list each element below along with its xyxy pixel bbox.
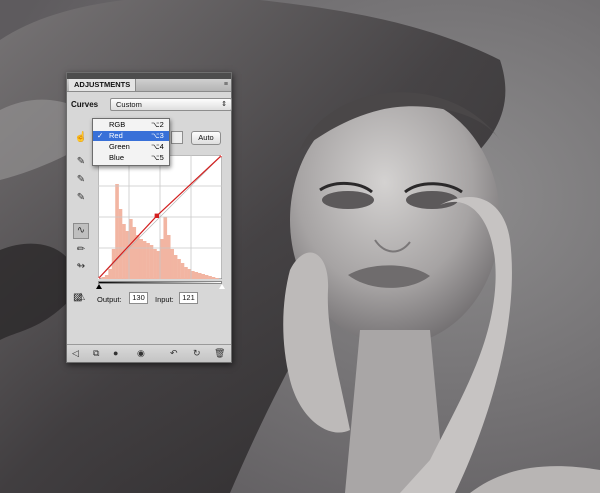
histogram-bar [173,255,178,279]
channel-shortcut: ⌥2 [151,120,164,129]
channel-label: Blue [109,153,125,162]
histogram-bar [115,184,119,279]
eye-visibility-icon[interactable]: ◉ [137,347,145,359]
histogram-bar [204,275,209,279]
input-label: Input: [155,295,174,304]
preset-select[interactable]: Custom ⇕ [110,98,232,111]
histogram-bar [201,274,205,279]
histogram-bar [184,267,188,279]
channel-select[interactable] [171,131,183,144]
histogram-bar [142,241,147,279]
panel-titlebar: ADJUSTMENTS ≡ [67,79,231,92]
histogram-bar [166,235,171,279]
histogram-bar [215,278,219,279]
channel-menu-item-red[interactable]: ✓ Red ⌥3 [93,131,169,141]
channel-shortcut: ⌥4 [151,142,164,151]
gray-eyedropper-icon[interactable]: ✎ [73,172,89,188]
histogram-bar [153,249,157,279]
histogram-bar [180,263,185,279]
smooth-icon[interactable]: ↬ [73,259,89,275]
channel-dropdown-menu: RGB ⌥2 ✓ Red ⌥3 Green ⌥4 Blue ⌥5 [92,118,170,166]
panel-bottom-bar: ◁ ⧉ ● ◉ ↶ ↻ 🗑 [67,344,231,362]
curve-control-point[interactable] [219,155,222,158]
channel-label: Red [109,131,123,140]
reset-icon[interactable]: ↻ [193,347,201,359]
histogram-bar [118,209,123,279]
clip-icon[interactable]: ▨ [73,292,82,303]
check-icon: ✓ [97,131,104,140]
histogram-bar [135,235,140,279]
back-arrow-icon[interactable]: ◁ [72,347,79,359]
histogram-bar [101,277,106,279]
histogram-bar [191,271,195,279]
input-gradient-bar [98,281,222,284]
channel-menu-item-rgb[interactable]: RGB ⌥2 [93,120,169,130]
panel-toggle-icon[interactable]: ⧉ [93,347,99,359]
white-eyedropper-icon[interactable]: ✎ [73,190,89,206]
channel-label: Green [109,142,130,151]
curves-label: Curves [71,100,99,109]
histogram-bar [129,219,133,279]
histogram-bar [149,245,154,279]
trash-icon[interactable]: 🗑 [214,347,225,359]
channel-shortcut: ⌥3 [151,131,164,140]
curve-control-point[interactable] [98,276,101,279]
layer-clip-icon[interactable]: ● [113,347,118,359]
panel-menu-icon[interactable]: ≡ [224,81,228,89]
target-adjust-icon[interactable]: ☝ [73,130,89,146]
histogram-bar [177,259,181,279]
output-label: Output: [97,295,122,304]
channel-shortcut: ⌥5 [151,153,164,162]
histogram-bar [170,249,174,279]
channel-label: RGB [109,120,126,129]
histogram-bar [208,276,212,279]
adjustments-panel: ADJUSTMENTS ≡ Curves Custom ⇕ ☝ ✎ ✎ ✎ ∿ … [66,72,232,363]
histogram-bar [160,239,164,279]
previous-state-icon[interactable]: ↶ [170,347,178,359]
curve-control-point[interactable] [154,213,160,218]
black-eyedropper-icon[interactable]: ✎ [73,154,89,170]
preset-value: Custom [116,100,142,109]
input-field[interactable]: 121 [179,292,198,304]
tab-adjustments[interactable]: ADJUSTMENTS [69,79,137,91]
channel-menu-item-green[interactable]: Green ⌥4 [93,142,169,152]
curve-edit-icon[interactable]: ∿ [73,223,89,239]
output-field[interactable]: 130 [129,292,148,304]
histogram-bar [211,277,216,279]
auto-button[interactable]: Auto [191,131,221,145]
histogram-bar [194,272,199,279]
histogram-bar [132,227,137,279]
updown-arrows-icon: ⇕ [221,101,227,108]
io-row: ▨ Output: 130 Input: 121 [73,292,223,306]
histogram-bar [108,269,112,279]
white-point-slider[interactable] [219,284,225,289]
channel-menu-item-blue[interactable]: Blue ⌥5 [93,153,169,163]
black-point-slider[interactable] [96,284,102,289]
curves-header: Curves Custom ⇕ [71,98,232,112]
histogram-bar [139,239,143,279]
histogram-bar [104,275,109,279]
pencil-draw-icon[interactable]: ✏ [73,242,89,258]
curves-graph[interactable] [98,155,222,279]
histogram-bar [197,273,202,279]
